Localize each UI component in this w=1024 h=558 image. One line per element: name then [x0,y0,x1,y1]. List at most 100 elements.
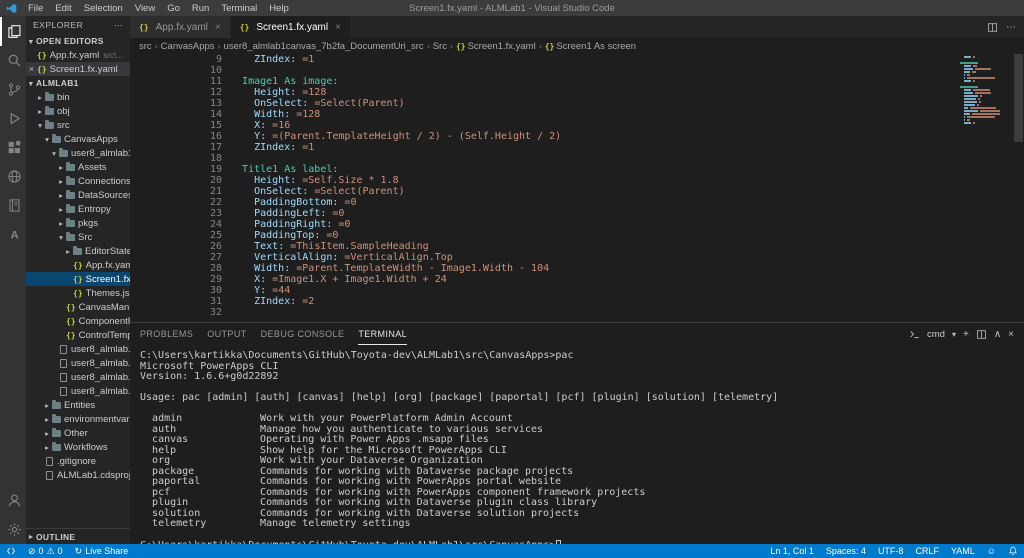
indentation-status[interactable]: Spaces: 4 [820,544,872,558]
activity-remote-explorer-icon[interactable] [0,162,26,191]
code-line[interactable]: 9 ZIndex: =1 [130,54,1024,65]
close-icon[interactable]: × [215,22,221,33]
tree-item-almlab1-cdsproj[interactable]: ALMLab1.cdsproj [26,468,130,482]
code-line[interactable]: 31 ZIndex: =2 [130,296,1024,307]
close-icon[interactable]: × [335,22,341,33]
menu-run[interactable]: Run [186,0,215,16]
close-panel-icon[interactable]: × [1008,329,1014,340]
tree-item-assets[interactable]: ▸ Assets [26,160,130,174]
tree-item-src[interactable]: ▾ src [26,118,130,132]
tree-item-screen1-fx-y[interactable]: {}Screen1.fx.y... [26,272,130,286]
activity-search-icon[interactable] [0,46,26,75]
tree-item-componentr[interactable]: {}ComponentR... [26,314,130,328]
notifications-bell-icon[interactable] [1002,544,1024,558]
split-terminal-icon[interactable] [976,329,987,340]
problems-status[interactable]: ⊘ 0 ⚠ 0 [22,544,69,558]
code-line[interactable]: 19 Title1 As label: [130,164,1024,175]
panel-tab-terminal[interactable]: TERMINAL [358,323,408,345]
live-share-button[interactable]: ↻ Live Share [69,544,135,558]
editor-scrollbar[interactable] [1013,54,1024,322]
code-line[interactable]: 22 PaddingBottom: =0 [130,197,1024,208]
terminal-shell-select[interactable]: cmd [927,329,945,340]
scrollbar-slider[interactable] [1014,54,1023,142]
activity-account-icon[interactable] [0,486,26,515]
activity-source-control-icon[interactable] [0,75,26,104]
cursor-position[interactable]: Ln 1, Col 1 [764,544,820,558]
panel-tab-debug-console[interactable]: DEBUG CONSOLE [261,323,345,345]
code-editor[interactable]: 9 ZIndex: =1 10 11 Image1 As image: 12 Heig… [130,54,1024,322]
encoding-status[interactable]: UTF-8 [872,544,910,558]
menu-terminal[interactable]: Terminal [215,0,263,16]
breadcrumb-item-src[interactable]: src [139,41,152,52]
tree-item-canvasapps[interactable]: ▾ CanvasApps [26,132,130,146]
breadcrumb-item-user8-almlab1canvas-7b2fa-documenturi-src[interactable]: user8_almlab1canvas_7b2fa_DocumentUri_sr… [224,41,424,52]
activity-settings-gear-icon[interactable] [0,515,26,544]
breadcrumb-item-canvasapps[interactable]: CanvasApps [161,41,215,52]
code-line[interactable]: 14 Width: =128 [130,109,1024,120]
code-line[interactable]: 27 VerticalAlign: =VerticalAlign.Top [130,252,1024,263]
code-line[interactable]: 21 OnSelect: =Select(Parent) [130,186,1024,197]
tree-item-src[interactable]: ▾ Src [26,230,130,244]
more-actions-icon[interactable]: ⋯ [114,20,123,31]
tree-item-gitignore[interactable]: .gitignore [26,454,130,468]
breadcrumb-item-screen1-as-screen[interactable]: {} Screen1 As screen [545,41,636,52]
terminal-output[interactable]: C:\Users\kartikka\Documents\GitHub\Toyot… [130,345,1024,544]
tree-item-canvasmanife[interactable]: {}CanvasManife... [26,300,130,314]
tree-item-bin[interactable]: ▸ bin [26,90,130,104]
activity-azure-icon[interactable]: A [0,220,26,249]
language-mode[interactable]: YAML [945,544,981,558]
tree-item-workflows[interactable]: ▸ Workflows [26,440,130,454]
code-line[interactable]: 16 Y: =(Parent.TemplateHeight / 2) - (Se… [130,131,1024,142]
tab-app-fx-yaml[interactable]: {} App.fx.yaml × [130,16,231,38]
code-line[interactable]: 32 [130,307,1024,318]
code-line[interactable]: 17 ZIndex: =1 [130,142,1024,153]
eol-status[interactable]: CRLF [909,544,945,558]
tree-item-editorstate[interactable]: ▸ EditorState [26,244,130,258]
tree-item-datasources[interactable]: ▸ DataSources [26,188,130,202]
tree-item-user8-almlab[interactable]: user8_almlab... [26,356,130,370]
panel-tab-problems[interactable]: PROBLEMS [140,323,193,345]
menu-go[interactable]: Go [161,0,186,16]
code-line[interactable]: 15 X: =16 [130,120,1024,131]
menu-edit[interactable]: Edit [49,0,77,16]
code-line[interactable]: 12 Height: =128 [130,87,1024,98]
code-line[interactable]: 18 [130,153,1024,164]
new-terminal-icon[interactable]: + [963,329,969,340]
close-icon[interactable]: × [26,64,37,74]
panel-tab-output[interactable]: OUTPUT [207,323,246,345]
maximize-panel-icon[interactable]: ∧ [994,329,1001,340]
tree-item-pkgs[interactable]: ▸ pkgs [26,216,130,230]
code-line[interactable]: 13 OnSelect: =Select(Parent) [130,98,1024,109]
tree-item-connections[interactable]: ▸ Connections [26,174,130,188]
editor-more-actions-icon[interactable]: ⋯ [1006,22,1016,33]
menu-file[interactable]: File [22,0,49,16]
code-line[interactable]: 25 PaddingTop: =0 [130,230,1024,241]
feedback-smiley-icon[interactable]: ☺ [981,544,1002,558]
code-line[interactable]: 23 PaddingLeft: =0 [130,208,1024,219]
chevron-down-icon[interactable]: ▾ [952,330,956,339]
code-line[interactable]: 10 [130,65,1024,76]
tree-item-user8-almlab[interactable]: user8_almlab... [26,384,130,398]
code-line[interactable]: 26 Text: =ThisItem.SampleHeading [130,241,1024,252]
activity-explorer-icon[interactable] [0,17,26,46]
code-line[interactable]: 11 Image1 As image: [130,76,1024,87]
tree-item-environmentvari[interactable]: ▸environmentvari... [26,412,130,426]
code-line[interactable]: 29 X: =Image1.X + Image1.Width + 24 [130,274,1024,285]
tree-item-user8-almlab[interactable]: user8_almlab... [26,342,130,356]
activity-run-debug-icon[interactable] [0,104,26,133]
tree-item-controltempl[interactable]: {}ControlTempl... [26,328,130,342]
remote-indicator[interactable] [0,544,22,558]
breadcrumb-item-screen1-fx-yaml[interactable]: {} Screen1.fx.yaml [456,41,536,52]
code-line[interactable]: 20 Height: =Self.Size * 1.8 [130,175,1024,186]
menu-view[interactable]: View [129,0,161,16]
tab-screen1-fx-yaml[interactable]: {} Screen1.fx.yaml × [230,16,351,38]
tree-item-app-fx-yaml[interactable]: {}App.fx.yaml [26,258,130,272]
tree-item-themes-json[interactable]: {}Themes.json [26,286,130,300]
menu-help[interactable]: Help [263,0,295,16]
split-editor-icon[interactable] [987,22,998,33]
tree-item-user8-almlab1c[interactable]: ▾user8_almlab1c... [26,146,130,160]
activity-docs-icon[interactable] [0,191,26,220]
tree-item-other[interactable]: ▸ Other [26,426,130,440]
code-line[interactable]: 24 PaddingRight: =0 [130,219,1024,230]
breadcrumb-item-src[interactable]: Src [433,41,447,52]
